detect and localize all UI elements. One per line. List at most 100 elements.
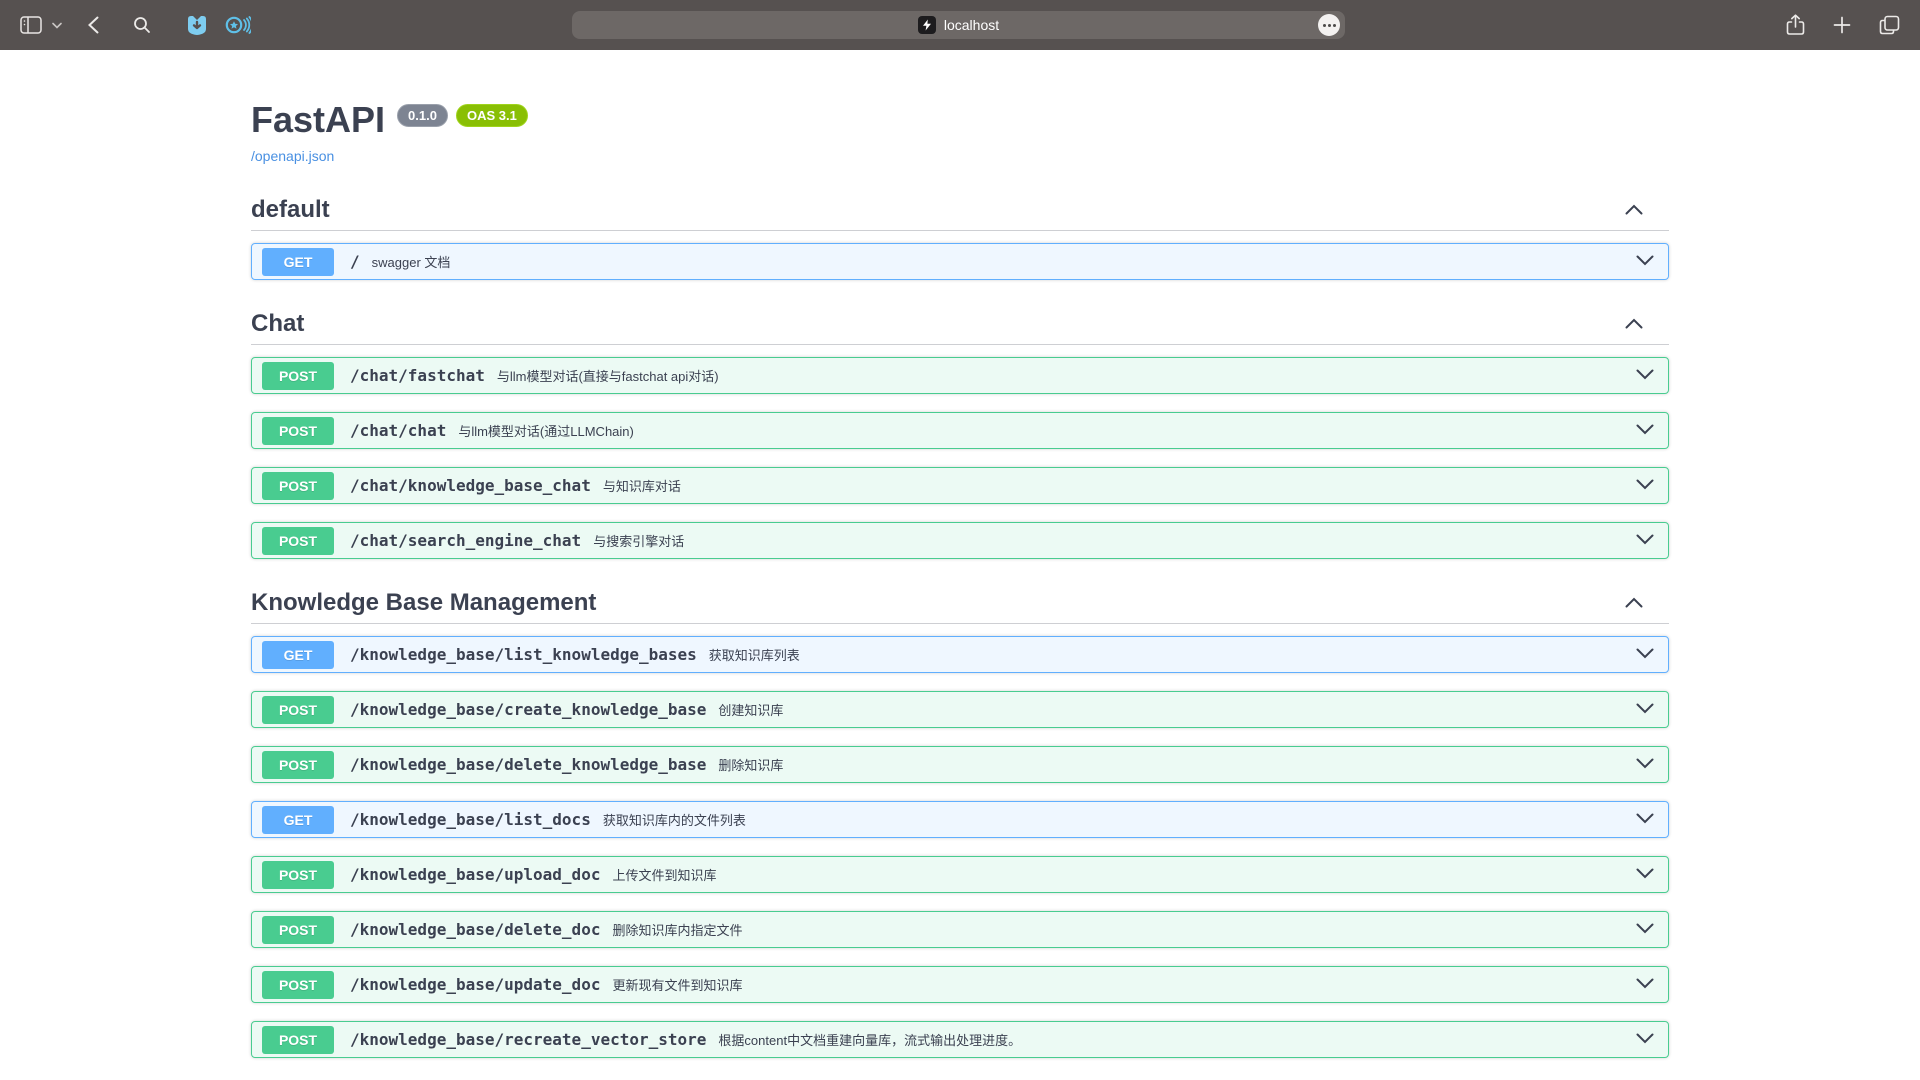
api-section: default GET / swagger 文档 [251,196,1669,280]
http-method-badge: POST [262,696,334,724]
endpoint-row[interactable]: POST /chat/search_engine_chat 与搜索引擎对话 [251,522,1669,559]
operations-list: GET /knowledge_base/list_knowledge_bases… [251,636,1669,1058]
expand-operation-button[interactable] [1632,533,1658,548]
endpoint-summary: 与知识库对话 [603,476,681,495]
chevron-down-icon [1636,368,1654,383]
share-button[interactable] [1782,10,1809,40]
endpoint-row[interactable]: GET /knowledge_base/list_docs 获取知识库内的文件列… [251,801,1669,838]
search-icon [133,16,151,34]
ellipsis-icon [1323,24,1326,27]
expand-operation-button[interactable] [1632,1032,1658,1047]
endpoint-summary: 删除知识库内指定文件 [612,920,742,939]
endpoint-row[interactable]: GET /knowledge_base/list_knowledge_bases… [251,636,1669,673]
expand-operation-button[interactable] [1632,812,1658,827]
endpoint-summary: 上传文件到知识库 [612,865,716,884]
section-header[interactable]: default [251,196,1669,231]
chevron-down-icon [1636,1032,1654,1047]
expand-operation-button[interactable] [1632,254,1658,269]
endpoint-path: /knowledge_base/recreate_vector_store [350,1030,706,1049]
endpoint-summary: 与llm模型对话(通过LLMChain) [458,421,634,440]
chevron-up-icon [1625,203,1643,218]
section-collapse-button[interactable] [1625,596,1669,611]
http-method-badge: POST [262,751,334,779]
page-settings-button[interactable] [1318,14,1340,36]
endpoint-path: /knowledge_base/update_doc [350,975,600,994]
section-title: Chat [251,310,304,338]
endpoint-summary: 与搜索引擎对话 [593,531,684,550]
chevron-down-icon [1636,922,1654,937]
address-bar[interactable]: localhost [572,11,1345,39]
endpoint-row[interactable]: POST /knowledge_base/recreate_vector_sto… [251,1021,1669,1058]
http-method-badge: POST [262,362,334,390]
chevron-down-icon [1636,647,1654,662]
tabs-icon [1879,15,1900,35]
shield-download-icon [185,13,209,37]
tab-overview-button[interactable] [1875,11,1904,39]
endpoint-row[interactable]: POST /chat/chat 与llm模型对话(通过LLMChain) [251,412,1669,449]
endpoint-row[interactable]: GET / swagger 文档 [251,243,1669,280]
chevron-up-icon [1625,596,1643,611]
expand-operation-button[interactable] [1632,647,1658,662]
endpoint-row[interactable]: POST /chat/fastchat 与llm模型对话(直接与fastchat… [251,357,1669,394]
version-badge: 0.1.0 [397,104,448,127]
expand-operation-button[interactable] [1632,423,1658,438]
endpoint-summary: 与llm模型对话(直接与fastchat api对话) [497,366,719,385]
chevron-down-icon [1636,533,1654,548]
chevron-down-icon [1636,702,1654,717]
sidebar-icon [20,16,42,34]
expand-operation-button[interactable] [1632,757,1658,772]
expand-operation-button[interactable] [1632,867,1658,882]
expand-operation-button[interactable] [1632,702,1658,717]
extension-downloader-button[interactable] [181,9,213,41]
endpoint-path: / [350,252,360,271]
endpoint-path: /knowledge_base/delete_doc [350,920,600,939]
endpoint-row[interactable]: POST /knowledge_base/update_doc 更新现有文件到知… [251,966,1669,1003]
endpoint-summary: 创建知识库 [718,700,783,719]
extension-live-button[interactable] [221,10,255,40]
back-button[interactable] [84,12,103,38]
chevron-down-icon [1636,423,1654,438]
expand-operation-button[interactable] [1632,922,1658,937]
http-method-badge: GET [262,641,334,669]
section-collapse-button[interactable] [1625,203,1669,218]
chevron-up-icon [1625,317,1643,332]
http-method-badge: GET [262,248,334,276]
site-favicon [918,16,936,34]
sidebar-menu-chevron-button[interactable] [48,18,66,33]
endpoint-row[interactable]: POST /chat/knowledge_base_chat 与知识库对话 [251,467,1669,504]
chevron-down-icon [52,22,62,29]
endpoint-row[interactable]: POST /knowledge_base/create_knowledge_ba… [251,691,1669,728]
http-method-badge: POST [262,916,334,944]
endpoint-summary: swagger 文档 [372,252,451,271]
endpoint-path: /knowledge_base/create_knowledge_base [350,700,706,719]
section-collapse-button[interactable] [1625,317,1669,332]
circle-star-broadcast-icon [225,14,251,36]
page-title: FastAPI [251,100,385,140]
http-method-badge: POST [262,861,334,889]
search-button[interactable] [129,12,155,38]
endpoint-summary: 更新现有文件到知识库 [612,975,742,994]
section-header[interactable]: Chat [251,310,1669,345]
new-tab-button[interactable] [1829,12,1855,38]
expand-operation-button[interactable] [1632,977,1658,992]
endpoint-path: /knowledge_base/list_docs [350,810,591,829]
endpoint-path: /chat/fastchat [350,366,485,385]
endpoint-row[interactable]: POST /knowledge_base/upload_doc 上传文件到知识库 [251,856,1669,893]
endpoint-row[interactable]: POST /knowledge_base/delete_doc 删除知识库内指定… [251,911,1669,948]
endpoint-path: /knowledge_base/list_knowledge_bases [350,645,697,664]
http-method-badge: GET [262,806,334,834]
endpoint-row[interactable]: POST /knowledge_base/delete_knowledge_ba… [251,746,1669,783]
expand-operation-button[interactable] [1632,478,1658,493]
operations-list: GET / swagger 文档 [251,243,1669,280]
endpoint-path: /chat/knowledge_base_chat [350,476,591,495]
http-method-badge: POST [262,417,334,445]
share-icon [1786,14,1805,36]
api-sections: default GET / swagger 文档 Chat [251,196,1669,1058]
sidebar-toggle-button[interactable] [16,12,46,38]
api-section: Chat POST /chat/fastchat 与llm模型对话(直接与fas… [251,310,1669,559]
openapi-spec-link[interactable]: /openapi.json [251,148,334,164]
expand-operation-button[interactable] [1632,368,1658,383]
swagger-page: FastAPI 0.1.0 OAS 3.1 /openapi.json defa… [0,50,1920,1080]
api-section: Knowledge Base Management GET /knowledge… [251,589,1669,1058]
section-header[interactable]: Knowledge Base Management [251,589,1669,624]
